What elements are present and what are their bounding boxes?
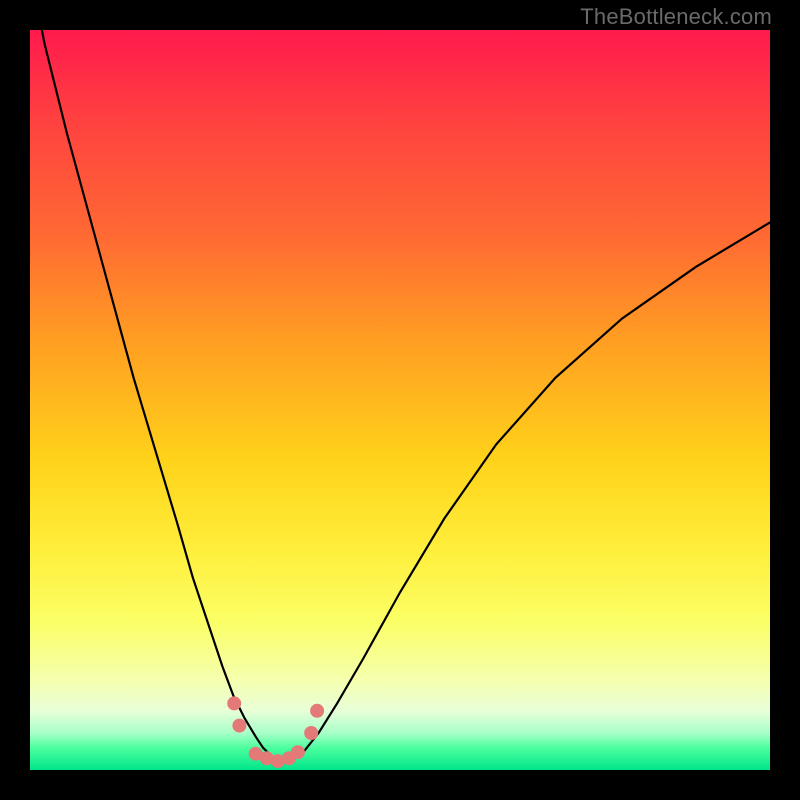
curve-right-branch (285, 222, 770, 762)
marker-cluster (227, 696, 324, 768)
curve-left-branch (30, 0, 285, 763)
marker-dot (232, 719, 246, 733)
chart-frame: TheBottleneck.com (0, 0, 800, 800)
marker-dot (310, 704, 324, 718)
marker-dot (304, 726, 318, 740)
watermark-text: TheBottleneck.com (580, 4, 772, 30)
marker-dot (291, 745, 305, 759)
marker-dot (227, 696, 241, 710)
chart-overlay (30, 30, 770, 770)
